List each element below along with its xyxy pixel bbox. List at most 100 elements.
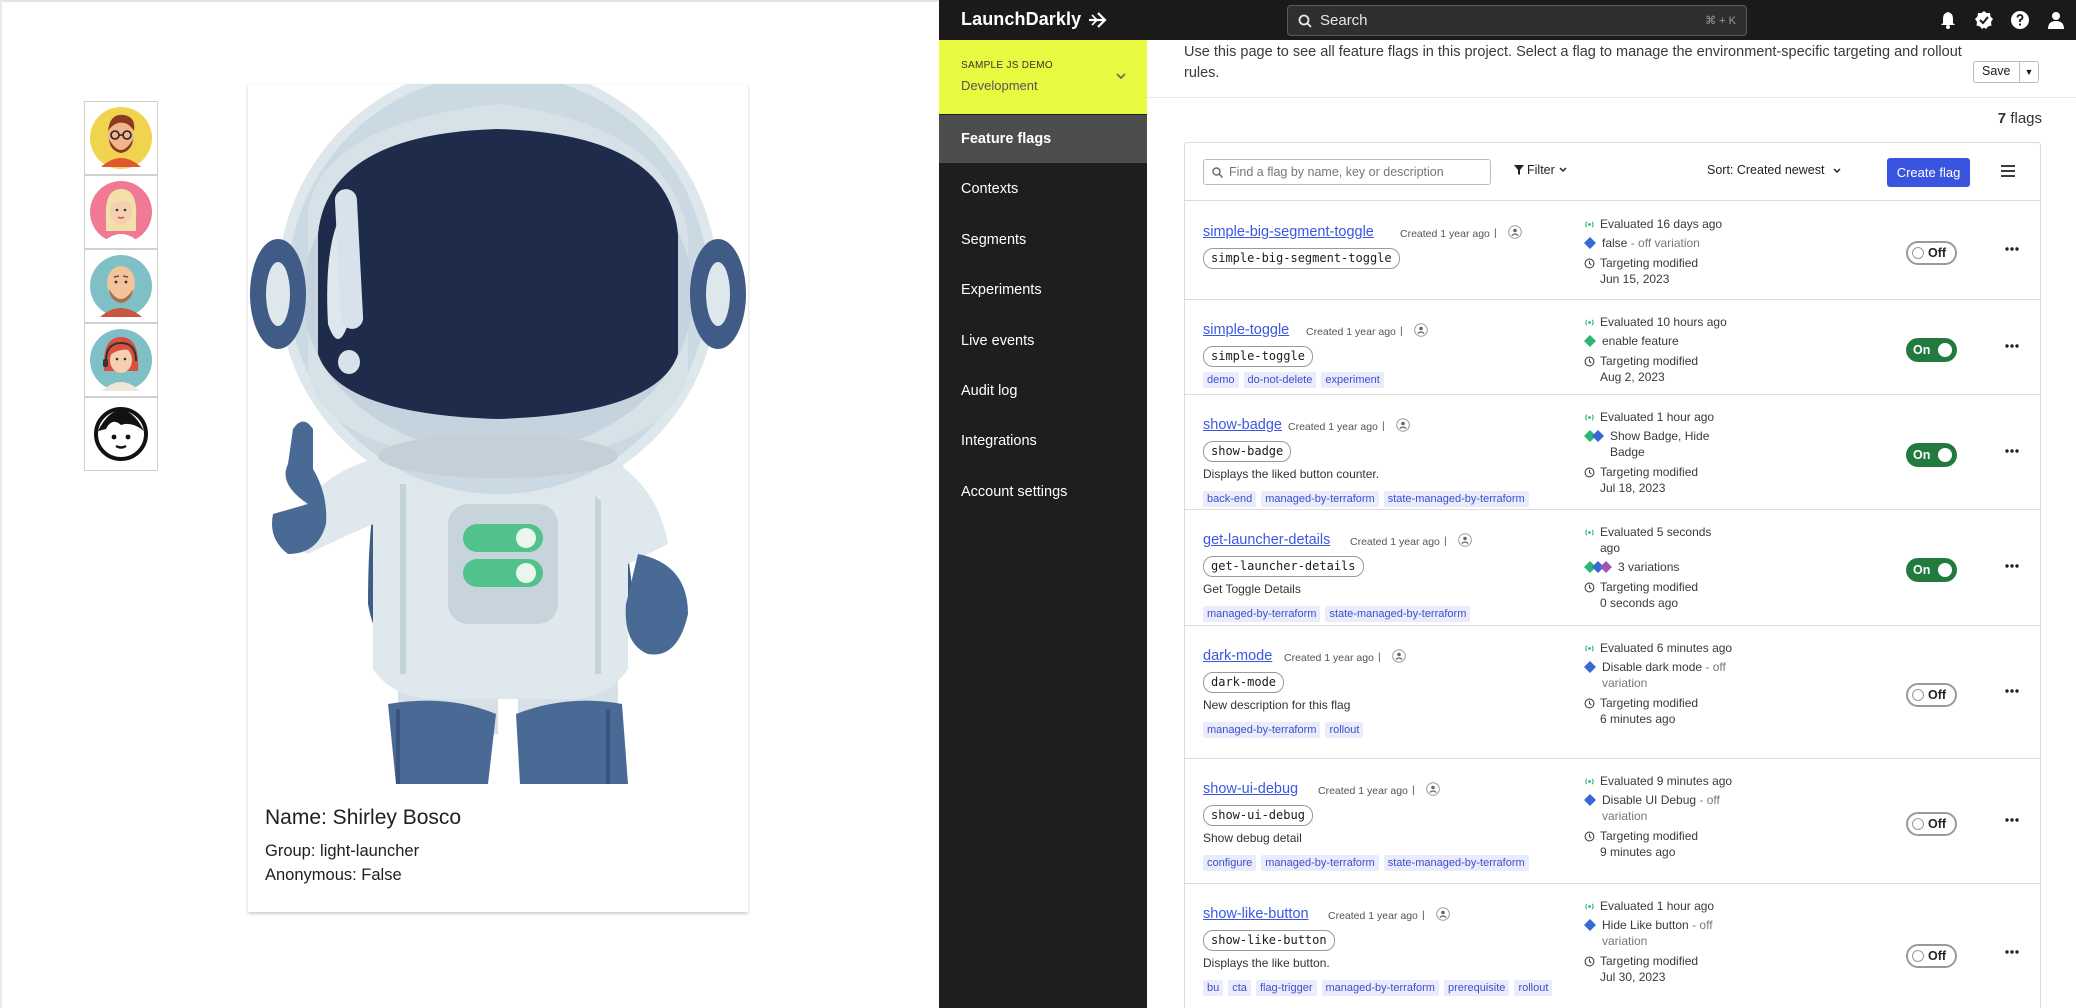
flag-tag[interactable]: cta: [1228, 980, 1251, 996]
avatar-option-5[interactable]: [84, 397, 158, 471]
launchdarkly-logo[interactable]: LaunchDarkly: [961, 9, 1109, 30]
flag-key-badge[interactable]: dark-mode: [1203, 672, 1285, 693]
flag-name-link[interactable]: simple-toggle: [1203, 322, 1289, 338]
maintainer-avatar-icon[interactable]: [1508, 225, 1522, 239]
flag-key-badge[interactable]: show-like-button: [1203, 930, 1335, 951]
flag-tag[interactable]: managed-by-terraform: [1203, 722, 1321, 738]
targeting-text: Targeting modified 6 minutes ago: [1600, 695, 1698, 727]
flag-row[interactable]: show-badge Created 1 year ago | show-badge D…: [1185, 395, 2040, 510]
flag-toggle[interactable]: On: [1906, 338, 1957, 362]
more-options-icon[interactable]: [2002, 561, 2022, 571]
flag-toggle[interactable]: Off: [1906, 241, 1957, 265]
avatar-option-1[interactable]: [84, 101, 158, 175]
sidebar-item-audit-log[interactable]: Audit log: [939, 367, 1147, 415]
flag-name-link[interactable]: get-launcher-details: [1203, 532, 1330, 548]
flag-key-badge[interactable]: get-launcher-details: [1203, 556, 1364, 577]
flag-tag[interactable]: rollout: [1514, 980, 1553, 996]
global-search-input[interactable]: Search ⌘ + K: [1287, 5, 1747, 36]
more-options-icon[interactable]: [2002, 244, 2022, 254]
avatar-option-2[interactable]: [84, 175, 158, 249]
avatar-option-4[interactable]: [84, 323, 158, 397]
flag-row[interactable]: show-like-button Created 1 year ago | show-…: [1185, 884, 2040, 1008]
flag-tag[interactable]: demo: [1203, 372, 1239, 388]
targeting-line: Targeting modified 9 minutes ago: [1584, 828, 1734, 860]
more-options-icon[interactable]: [2002, 446, 2022, 456]
more-options-icon[interactable]: [2002, 686, 2022, 696]
flag-created-date: Created 1 year ago: [1328, 910, 1418, 922]
filter-button[interactable]: Filter: [1514, 163, 1568, 177]
flag-name-link[interactable]: simple-big-segment-toggle: [1203, 224, 1374, 240]
sidebar-item-integrations[interactable]: Integrations: [939, 417, 1147, 465]
sidebar-item-contexts[interactable]: Contexts: [939, 165, 1147, 213]
flag-tag[interactable]: configure: [1203, 855, 1257, 871]
flag-toggle[interactable]: Off: [1906, 944, 1957, 968]
flag-row[interactable]: get-launcher-details Created 1 year ago | g…: [1185, 510, 2040, 626]
flag-tag[interactable]: state-managed-by-terraform: [1383, 491, 1529, 507]
verified-badge-icon[interactable]: [1972, 8, 1996, 32]
more-options-icon[interactable]: [2002, 947, 2022, 957]
user-profile-card: Name: Shirley Bosco Group: light-launche…: [248, 84, 748, 912]
sort-dropdown[interactable]: Sort: Created newest: [1707, 163, 1842, 177]
flag-tag[interactable]: back-end: [1203, 491, 1257, 507]
targeting-text: Targeting modified 9 minutes ago: [1600, 828, 1698, 860]
flag-search-input[interactable]: [1229, 165, 1479, 179]
flag-row[interactable]: simple-toggle Created 1 year ago | simple-t…: [1185, 300, 2040, 395]
sidebar-item-live-events[interactable]: Live events: [939, 317, 1147, 365]
bearded-man-glasses-avatar-icon: [90, 107, 152, 169]
flag-toggle[interactable]: On: [1906, 558, 1957, 582]
account-icon[interactable]: [2044, 8, 2068, 32]
more-options-icon[interactable]: [2002, 341, 2022, 351]
targeting-label: Targeting modified: [1600, 580, 1699, 594]
flag-tag[interactable]: state-managed-by-terraform: [1325, 606, 1471, 622]
create-flag-button[interactable]: Create flag: [1887, 158, 1970, 187]
maintainer-avatar-icon[interactable]: [1458, 533, 1472, 547]
flag-toggle[interactable]: Off: [1906, 812, 1957, 836]
flag-evaluation-info: Evaluated 16 days ago false - off variati…: [1584, 216, 1734, 287]
variation-markers: [1584, 237, 1596, 249]
flag-search-field[interactable]: [1203, 159, 1491, 185]
maintainer-avatar-icon[interactable]: [1436, 907, 1450, 921]
maintainer-avatar-icon[interactable]: [1414, 323, 1428, 337]
notifications-bell-icon[interactable]: [1936, 8, 1960, 32]
flag-toggle[interactable]: Off: [1906, 683, 1957, 707]
flag-tag[interactable]: do-not-delete: [1243, 372, 1317, 388]
flag-tag[interactable]: bu: [1203, 980, 1224, 996]
flag-tag[interactable]: managed-by-terraform: [1261, 491, 1379, 507]
flag-tag[interactable]: flag-trigger: [1255, 980, 1317, 996]
sidebar-item-feature-flags[interactable]: Feature flags: [939, 115, 1147, 163]
targeting-text: Targeting modified Jun 15, 2023: [1600, 255, 1698, 287]
maintainer-avatar-icon[interactable]: [1426, 782, 1440, 796]
flag-row[interactable]: dark-mode Created 1 year ago | dark-mode New…: [1185, 626, 2040, 759]
flag-row[interactable]: show-ui-debug Created 1 year ago | show-ui-…: [1185, 759, 2040, 884]
save-view-button[interactable]: Save ▼: [1973, 61, 2040, 83]
flag-name-link[interactable]: show-like-button: [1203, 906, 1309, 922]
flag-name-link[interactable]: dark-mode: [1203, 648, 1272, 664]
help-icon[interactable]: [2008, 8, 2032, 32]
flag-key-badge[interactable]: show-badge: [1203, 441, 1292, 462]
maintainer-avatar-icon[interactable]: [1396, 418, 1410, 432]
maintainer-avatar-icon[interactable]: [1392, 649, 1406, 663]
flag-row[interactable]: simple-big-segment-toggle Created 1 year …: [1185, 202, 2040, 300]
flag-key-badge[interactable]: show-ui-debug: [1203, 805, 1313, 826]
sidebar-item-segments[interactable]: Segments: [939, 216, 1147, 264]
sidebar-item-experiments[interactable]: Experiments: [939, 266, 1147, 314]
flag-tag[interactable]: experiment: [1321, 372, 1384, 388]
flag-evaluation-info: Evaluated 10 hours ago enable feature Targ…: [1584, 314, 1734, 385]
list-menu-icon[interactable]: [1999, 162, 2017, 180]
flag-tag[interactable]: rollout: [1325, 722, 1364, 738]
flag-key-badge[interactable]: simple-big-segment-toggle: [1203, 248, 1400, 269]
variation-name: 3 variations: [1618, 560, 1680, 574]
flag-tag[interactable]: managed-by-terraform: [1203, 606, 1321, 622]
environment-selector[interactable]: SAMPLE JS DEMO Development: [939, 40, 1147, 114]
sidebar-item-account-settings[interactable]: Account settings: [939, 468, 1147, 516]
flag-tag[interactable]: managed-by-terraform: [1261, 855, 1379, 871]
flag-tag[interactable]: state-managed-by-terraform: [1383, 855, 1529, 871]
flag-tag[interactable]: managed-by-terraform: [1321, 980, 1439, 996]
avatar-option-3[interactable]: [84, 249, 158, 323]
flag-name-link[interactable]: show-ui-debug: [1203, 781, 1298, 797]
more-options-icon[interactable]: [2002, 815, 2022, 825]
flag-name-link[interactable]: show-badge: [1203, 417, 1282, 433]
flag-key-badge[interactable]: simple-toggle: [1203, 346, 1313, 367]
flag-tag[interactable]: prerequisite: [1443, 980, 1510, 996]
flag-toggle[interactable]: On: [1906, 443, 1957, 467]
